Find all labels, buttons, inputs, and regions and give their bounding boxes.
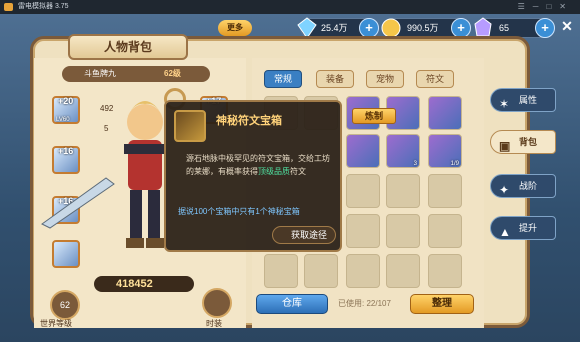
diamond-amount: 25.4万 <box>321 23 348 33</box>
inventory-cell[interactable]: 1/9 <box>428 134 462 168</box>
rune-chest-icon <box>174 110 206 142</box>
more-button[interactable]: 更多 <box>218 20 252 36</box>
inventory-cell[interactable] <box>428 96 462 130</box>
close-icon[interactable]: ✕ <box>558 18 576 38</box>
tab-normal[interactable]: 常规 <box>264 70 302 88</box>
star-icon: ✶ <box>499 97 510 111</box>
warehouse-button[interactable]: 仓库 <box>256 294 328 314</box>
character-name: 斗鱼牌九 <box>84 69 116 78</box>
side-tab-attributes[interactable]: ✶ 属性 <box>490 88 556 112</box>
get-path-button[interactable]: 获取途径 <box>272 226 336 244</box>
window-controls[interactable]: ☰─□✕ <box>518 0 574 14</box>
equip-slot-relic[interactable] <box>52 240 80 268</box>
diamond-counter: 25.4万 + <box>297 17 379 39</box>
item-tooltip: 神秘符文宝箱 源石地脉中极罕见的符文宝箱，交给工坊的莱娜，有概率获得顶级品质符文… <box>164 100 342 252</box>
side-tab-backpack[interactable]: ▣ 背包 <box>490 130 556 154</box>
inventory-cell[interactable] <box>428 174 462 208</box>
add-gold-button[interactable]: + <box>451 18 471 38</box>
inventory-cell[interactable] <box>386 254 420 288</box>
tooltip-note: 据说100个宝箱中只有1个神秘宝箱 <box>178 207 300 216</box>
add-diamond-button[interactable]: + <box>359 18 379 38</box>
sword-icon <box>41 177 115 229</box>
equip-slot-weapon[interactable]: +20 LV60 <box>52 96 80 124</box>
upgrade-icon: ▲ <box>499 225 511 239</box>
rank-icon: ✦ <box>499 183 510 197</box>
tab-runes[interactable]: 符文 <box>416 70 454 88</box>
inventory-cell[interactable] <box>304 254 338 288</box>
window-titlebar: 雷电模拟器 3.75 ☰─□✕ <box>0 0 580 14</box>
backpack-icon: ▣ <box>499 139 511 153</box>
gold-amount: 990.5万 <box>407 23 439 33</box>
character-namebar: 斗鱼牌九 62级 <box>62 66 210 82</box>
tooltip-title: 神秘符文宝箱 <box>216 115 282 127</box>
side-tab-rank[interactable]: ✦ 战阶 <box>490 174 556 198</box>
tab-equipment[interactable]: 装备 <box>316 70 354 88</box>
add-energy-button[interactable]: + <box>535 18 555 38</box>
tab-pets[interactable]: 宠物 <box>366 70 404 88</box>
inventory-cell[interactable] <box>264 254 298 288</box>
inventory-cell[interactable] <box>346 134 380 168</box>
inventory-cell[interactable] <box>428 214 462 248</box>
tooltip-description: 源石地脉中极罕见的符文宝箱，交给工坊的莱娜，有概率获得顶级品质符文 <box>186 154 330 176</box>
world-level-badge[interactable]: 62 <box>50 290 80 320</box>
wardrobe-icon[interactable] <box>202 288 232 318</box>
page-title: 人物背包 <box>68 34 188 60</box>
sort-button[interactable]: 整理 <box>410 294 474 314</box>
energy-counter: 65 + <box>474 17 555 38</box>
inventory-cell[interactable] <box>346 214 380 248</box>
inventory-cell[interactable] <box>428 254 462 288</box>
inventory-cell[interactable] <box>386 174 420 208</box>
capacity-usage: 已使用: 22/107 <box>338 299 391 308</box>
app-logo-icon <box>4 3 13 11</box>
inventory-cell[interactable] <box>346 174 380 208</box>
inventory-cell[interactable]: 3 <box>386 134 420 168</box>
combat-power: 418452 <box>94 276 194 292</box>
side-tab-upgrade[interactable]: ▲ 提升 <box>490 216 556 240</box>
wardrobe-label: 时装 <box>206 319 222 328</box>
world-level-label: 世界等级 <box>40 319 72 328</box>
inventory-cell[interactable] <box>386 214 420 248</box>
window-title: 雷电模拟器 3.75 <box>18 3 69 10</box>
inventory-cell[interactable] <box>346 254 380 288</box>
energy-amount: 65 <box>499 23 510 33</box>
character-level: 62级 <box>164 69 181 78</box>
combat-power-value: 418452 <box>116 278 153 290</box>
gold-counter: 990.5万 + <box>381 18 471 38</box>
refine-button[interactable]: 炼制 <box>352 108 396 124</box>
